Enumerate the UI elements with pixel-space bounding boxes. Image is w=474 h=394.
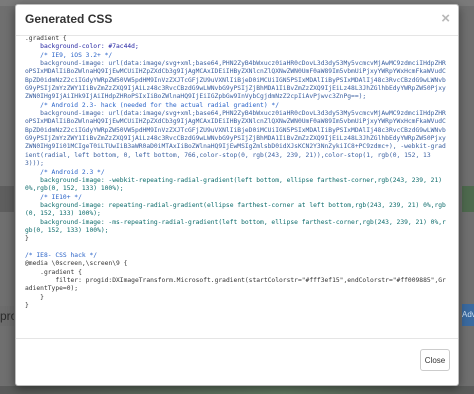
code-line: /* Android 2.3- hack (needed for the act…: [25, 101, 280, 109]
code-line: background-image: -ms-repeating-radial-g…: [25, 218, 446, 234]
background-left-panel: [0, 186, 14, 212]
code-line: /* IE8- CSS hack */: [25, 251, 98, 259]
code-line: .gradient {: [25, 268, 82, 276]
code-line: }: [25, 235, 29, 243]
dialog-title: Generated CSS: [25, 12, 113, 26]
code-line: }: [25, 302, 29, 309]
code-line: background-image: -webkit-repeating-radi…: [25, 176, 446, 193]
code-line: }: [25, 293, 44, 301]
background-right-panel: [462, 186, 474, 212]
code-line: background-color: #7ac44d;: [25, 43, 139, 51]
code-line: background-image: repeating-radial-gradi…: [25, 201, 446, 218]
close-icon[interactable]: ×: [441, 11, 450, 27]
generated-css-dialog: Generated CSS × .gradient { background-c…: [15, 4, 459, 386]
code-line: /* IE9, iOS 3.2+ */: [25, 51, 113, 59]
css-code-block[interactable]: .gradient { background-color: #7ac44d; /…: [25, 35, 449, 310]
background-right-button: Adv: [462, 304, 474, 326]
background-bottom-strip: [0, 386, 474, 394]
code-line: background-image: url(data:image/svg+xml…: [25, 110, 446, 168]
code-line: /* Android 2.3 */: [25, 168, 105, 176]
dialog-body: .gradient { background-color: #7ac44d; /…: [25, 35, 449, 339]
code-line: background-image: url(data:image/svg+xml…: [25, 60, 446, 101]
dialog-footer: Close: [16, 338, 458, 385]
close-button[interactable]: Close: [420, 349, 450, 371]
code-line: filter: progid:DXImageTransform.Microsof…: [25, 276, 446, 293]
background-left-text: pro: [0, 306, 14, 326]
code-line: /* IE10+ */: [25, 193, 82, 201]
code-line: .gradient {: [25, 35, 67, 42]
dialog-header: Generated CSS ×: [16, 5, 458, 36]
code-line: @media \0screen,\screen\9 {: [25, 260, 128, 268]
